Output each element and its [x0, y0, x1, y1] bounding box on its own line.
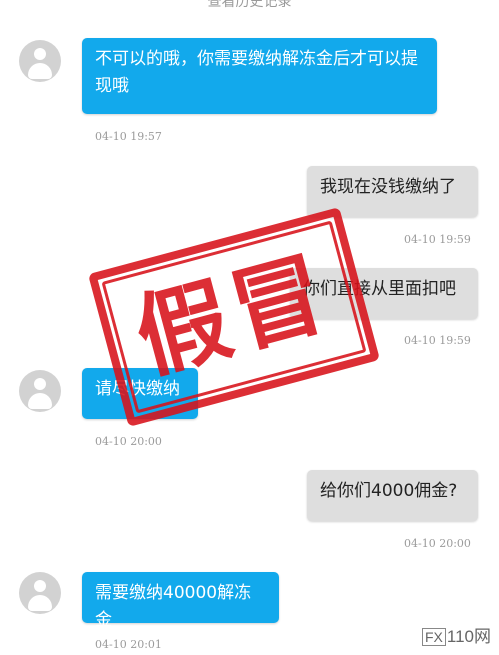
avatar-head-shape [34, 378, 46, 390]
message-timestamp: 04-10 19:57 [95, 130, 162, 143]
watermark-text: 110网 [446, 627, 491, 646]
message-timestamp: 04-10 19:59 [404, 334, 471, 347]
message-timestamp: 04-10 20:00 [404, 537, 471, 550]
contact-avatar[interactable] [19, 40, 61, 82]
contact-avatar[interactable] [19, 370, 61, 412]
message-bubble-incoming[interactable]: 不可以的哦，你需要缴纳解冻金后才可以提现哦 [82, 38, 437, 114]
message-bubble-outgoing[interactable]: 你们直接从里面扣吧 [290, 268, 478, 319]
avatar-body-shape [28, 393, 52, 409]
history-link[interactable]: 查看历史记录 [0, 0, 499, 11]
avatar-body-shape [28, 595, 52, 611]
message-bubble-incoming[interactable]: 需要缴纳40000解冻金 [82, 572, 279, 630]
message-timestamp: 04-10 20:00 [95, 435, 162, 448]
site-watermark: FX 110网 [422, 622, 491, 647]
avatar-head-shape [34, 48, 46, 60]
watermark-box: FX [422, 628, 446, 646]
avatar-head-shape [34, 580, 46, 592]
contact-avatar[interactable] [19, 572, 61, 614]
avatar-body-shape [28, 63, 52, 79]
message-bubble-outgoing[interactable]: 给你们4000佣金? [307, 470, 478, 521]
message-bubble-incoming[interactable]: 请尽快缴纳 [82, 368, 198, 419]
message-timestamp: 04-10 19:59 [404, 233, 471, 246]
message-bubble-outgoing[interactable]: 我现在没钱缴纳了 [307, 166, 478, 217]
message-timestamp: 04-10 20:01 [95, 638, 162, 651]
